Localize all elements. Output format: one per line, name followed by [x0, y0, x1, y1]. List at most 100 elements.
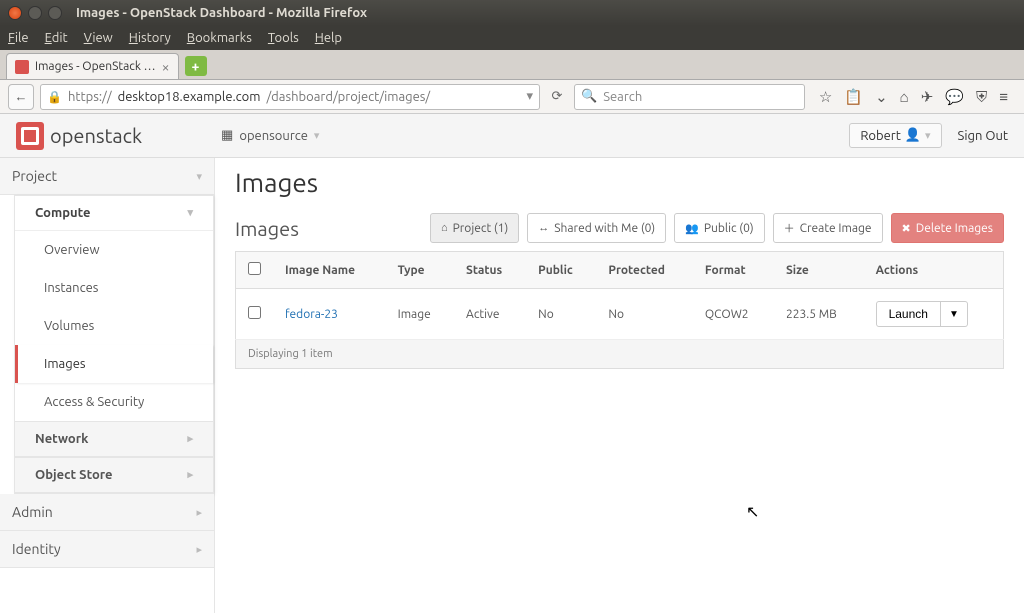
- menu-file[interactable]: File: [8, 31, 29, 45]
- hamburger-icon[interactable]: ≡: [999, 88, 1008, 106]
- image-name-link[interactable]: fedora-23: [285, 308, 338, 321]
- user-icon: 👤: [905, 128, 921, 143]
- menu-bookmarks[interactable]: Bookmarks: [187, 31, 252, 45]
- dashboard-topbar: openstack ▦ opensource ▾ Robert 👤 ▾ Sign…: [0, 114, 1024, 158]
- sidebar-section-project[interactable]: Project ▾: [0, 158, 214, 195]
- window-minimize-button[interactable]: [28, 6, 42, 20]
- button-label: Delete Images: [916, 222, 993, 235]
- chat-icon[interactable]: 💬: [945, 88, 964, 106]
- col-actions: Actions: [864, 252, 1004, 289]
- cell-public: No: [526, 289, 596, 340]
- chevron-right-icon: ▸: [187, 468, 193, 482]
- sidebar-item-images[interactable]: Images: [15, 345, 213, 383]
- delete-images-button[interactable]: ✖ Delete Images: [891, 213, 1004, 243]
- sidebar-sub-object-store[interactable]: Object Store ▸: [15, 457, 213, 493]
- row-checkbox[interactable]: [248, 306, 261, 319]
- filter-project-button[interactable]: ⌂ Project (1): [430, 213, 519, 243]
- table-row: fedora-23 Image Active No No QCOW2 223.5…: [236, 289, 1004, 340]
- chevron-down-icon: ▾: [314, 129, 320, 142]
- domain-switcher[interactable]: ▦ opensource ▾: [212, 123, 328, 148]
- cell-protected: No: [596, 289, 692, 340]
- reload-button[interactable]: ⟳: [546, 86, 568, 108]
- col-public[interactable]: Public: [526, 252, 596, 289]
- sign-out-link[interactable]: Sign Out: [958, 129, 1008, 143]
- chevron-right-icon: ▸: [187, 432, 193, 446]
- chevron-down-icon: ▾: [196, 170, 202, 183]
- browser-menubar: File Edit View History Bookmarks Tools H…: [0, 26, 1024, 50]
- user-menu[interactable]: Robert 👤 ▾: [849, 123, 941, 148]
- home-icon[interactable]: ⌂: [900, 88, 909, 106]
- window-titlebar: Images - OpenStack Dashboard - Mozilla F…: [0, 0, 1024, 26]
- search-field[interactable]: 🔍 Search: [574, 84, 805, 110]
- url-field[interactable]: 🔒 https://desktop18.example.com/dashboar…: [40, 84, 540, 110]
- favicon-icon: [15, 60, 29, 74]
- send-icon[interactable]: ✈: [921, 88, 934, 106]
- filter-shared-button[interactable]: ↔ Shared with Me (0): [527, 213, 666, 243]
- chevron-right-icon: ▸: [196, 543, 202, 556]
- sidebar-item-access-security[interactable]: Access & Security: [15, 383, 213, 421]
- openstack-logo-icon: [16, 122, 44, 150]
- stack-icon: ▦: [221, 128, 233, 143]
- sidebar-label: Identity: [12, 541, 61, 557]
- brand[interactable]: openstack: [16, 122, 142, 150]
- col-type[interactable]: Type: [386, 252, 454, 289]
- col-protected[interactable]: Protected: [596, 252, 692, 289]
- cell-size: 223.5 MB: [774, 289, 864, 340]
- button-label: Project (1): [453, 222, 509, 235]
- filter-public-button[interactable]: 👥 Public (0): [674, 213, 764, 243]
- window-title: Images - OpenStack Dashboard - Mozilla F…: [70, 6, 367, 20]
- sidebar-section-identity[interactable]: Identity ▸: [0, 531, 214, 568]
- star-icon[interactable]: ☆: [819, 88, 832, 106]
- window-maximize-button[interactable]: [48, 6, 62, 20]
- new-tab-button[interactable]: +: [185, 56, 207, 76]
- pocket-icon[interactable]: ⌄: [875, 88, 888, 106]
- dropdown-icon[interactable]: ▾: [526, 89, 533, 104]
- domain-name: opensource: [239, 129, 308, 143]
- table-footer: Displaying 1 item: [235, 340, 1004, 369]
- sidebar-item-instances[interactable]: Instances: [15, 269, 213, 307]
- launch-button[interactable]: Launch: [876, 301, 941, 327]
- sidebar-sub-compute[interactable]: Compute ▾: [15, 196, 213, 231]
- launch-dropdown-button[interactable]: ▼: [941, 301, 968, 327]
- sidebar: Project ▾ Compute ▾ Overview Instances V…: [0, 158, 215, 613]
- col-image-name[interactable]: Image Name: [273, 252, 386, 289]
- url-path: /dashboard/project/images/: [266, 90, 430, 104]
- cell-status: Active: [454, 289, 526, 340]
- select-all-checkbox[interactable]: [248, 262, 261, 275]
- clipboard-icon[interactable]: 📋: [844, 88, 863, 106]
- menu-edit[interactable]: Edit: [45, 31, 68, 45]
- plus-icon: ＋: [784, 220, 795, 236]
- create-image-button[interactable]: ＋ Create Image: [773, 213, 883, 243]
- search-placeholder: Search: [603, 90, 642, 104]
- back-button[interactable]: ←: [8, 84, 34, 110]
- menu-help[interactable]: Help: [315, 31, 342, 45]
- shield-icon[interactable]: ⛨: [976, 88, 987, 106]
- url-toolbar: ← 🔒 https://desktop18.example.com/dashbo…: [0, 80, 1024, 114]
- browser-tab[interactable]: Images - OpenStack … ×: [6, 53, 179, 79]
- tab-label: Images - OpenStack …: [35, 60, 156, 73]
- cell-type: Image: [386, 289, 454, 340]
- sidebar-sub-network[interactable]: Network ▸: [15, 421, 213, 457]
- tab-close-icon[interactable]: ×: [162, 59, 170, 75]
- search-icon: 🔍: [581, 89, 597, 104]
- sidebar-label: Admin: [12, 504, 53, 520]
- sidebar-section-admin[interactable]: Admin ▸: [0, 494, 214, 531]
- chevron-right-icon: ▸: [196, 506, 202, 519]
- sidebar-item-volumes[interactable]: Volumes: [15, 307, 213, 345]
- menu-tools[interactable]: Tools: [268, 31, 299, 45]
- menu-history[interactable]: History: [129, 31, 171, 45]
- col-format[interactable]: Format: [693, 252, 774, 289]
- panel-title: Images: [235, 217, 299, 240]
- sidebar-item-overview[interactable]: Overview: [15, 231, 213, 269]
- sidebar-label: Compute: [35, 206, 91, 220]
- col-status[interactable]: Status: [454, 252, 526, 289]
- url-host: desktop18.example.com: [118, 90, 261, 104]
- table-header-row: Image Name Type Status Public Protected …: [236, 252, 1004, 289]
- cell-format: QCOW2: [693, 289, 774, 340]
- window-close-button[interactable]: [8, 6, 22, 20]
- url-scheme: https://: [68, 90, 112, 104]
- brand-text: openstack: [50, 124, 142, 147]
- tab-strip: Images - OpenStack … × +: [0, 50, 1024, 80]
- menu-view[interactable]: View: [84, 31, 113, 45]
- col-size[interactable]: Size: [774, 252, 864, 289]
